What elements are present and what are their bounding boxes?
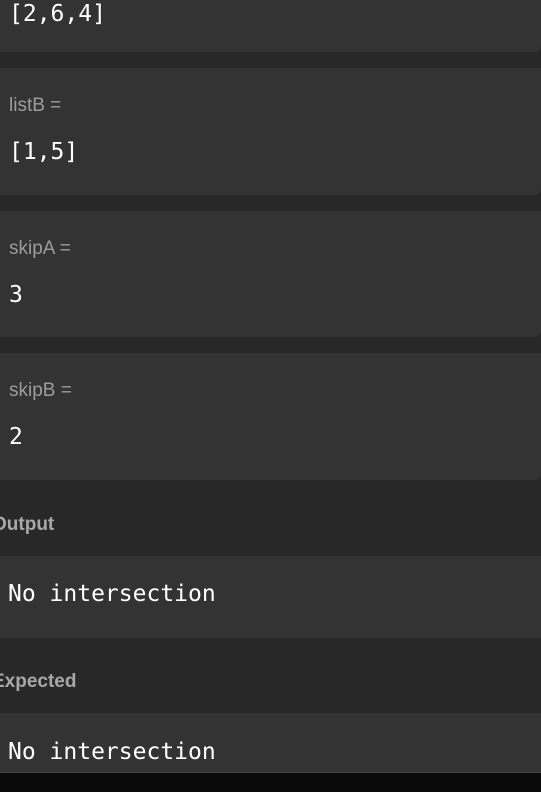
expected-value[interactable]: No intersection	[8, 739, 216, 765]
input-card-listB: listB = [1,5]	[0, 68, 541, 195]
skipA-value[interactable]: 3	[9, 282, 23, 308]
skipB-label: skipB =	[9, 380, 72, 401]
input-card-skipB: skipB = 2	[0, 353, 541, 480]
listB-value[interactable]: [1,5]	[9, 139, 78, 165]
input-card-listA: [2,6,4]	[0, 0, 541, 52]
output-heading: Output	[0, 514, 55, 535]
listB-label: listB =	[9, 95, 62, 116]
output-box: No intersection	[0, 556, 541, 638]
input-card-skipA: skipA = 3	[0, 211, 541, 337]
expected-heading: Expected	[0, 671, 77, 692]
bottom-bar	[0, 772, 541, 792]
skipA-label: skipA =	[9, 238, 71, 259]
expected-box: No intersection	[0, 713, 541, 773]
output-value[interactable]: No intersection	[8, 581, 216, 607]
testcase-result-panel: [2,6,4] listB = [1,5] skipA = 3 skipB = …	[0, 0, 541, 792]
listA-value[interactable]: [2,6,4]	[9, 1, 106, 27]
skipB-value[interactable]: 2	[9, 424, 23, 450]
